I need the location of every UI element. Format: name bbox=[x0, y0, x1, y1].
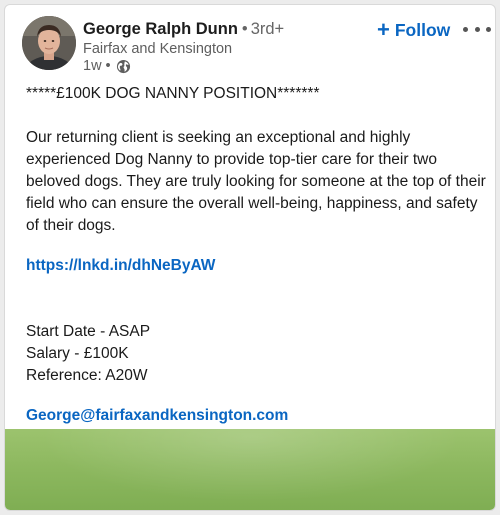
reference: Reference: A20W bbox=[26, 367, 148, 384]
post-card: George Ralph Dunn • 3rd+ Fairfax and Kensi… bbox=[4, 4, 496, 511]
salary: Salary - £100K bbox=[26, 345, 129, 362]
start-date: Start Date - ASAP bbox=[26, 323, 151, 340]
ellipsis-icon bbox=[463, 26, 468, 32]
email-link[interactable]: George@fairfaxandkensington.com bbox=[26, 405, 288, 427]
avatar[interactable] bbox=[22, 16, 76, 70]
connection-degree: 3rd+ bbox=[250, 20, 285, 38]
author-name[interactable]: George Ralph Dunn bbox=[83, 20, 238, 38]
post-time: 1w bbox=[83, 58, 102, 74]
separator-dot: • bbox=[241, 20, 248, 38]
post-paragraph: Our returning client is seeking an excep… bbox=[26, 129, 486, 234]
media-preview[interactable] bbox=[5, 429, 495, 510]
ellipsis-icon bbox=[474, 26, 480, 32]
globe-icon bbox=[116, 59, 131, 74]
post-headline: *****£100K DOG NANNY POSITION******* bbox=[26, 85, 320, 102]
separator-dot: • bbox=[105, 58, 111, 74]
ellipsis-icon bbox=[486, 26, 491, 32]
author-line: George Ralph Dunn • 3rd+ bbox=[83, 18, 284, 40]
follow-label: Follow bbox=[394, 19, 451, 40]
author-headline: Fairfax and Kensington bbox=[83, 41, 233, 57]
post-meta: 1w • bbox=[83, 57, 131, 75]
follow-button[interactable]: + Follow bbox=[377, 17, 450, 43]
post-link[interactable]: https://lnkd.in/dhNeByAW bbox=[26, 255, 215, 277]
more-options-button[interactable] bbox=[463, 19, 491, 39]
avatar-photo bbox=[22, 16, 76, 70]
plus-icon: + bbox=[377, 17, 390, 42]
